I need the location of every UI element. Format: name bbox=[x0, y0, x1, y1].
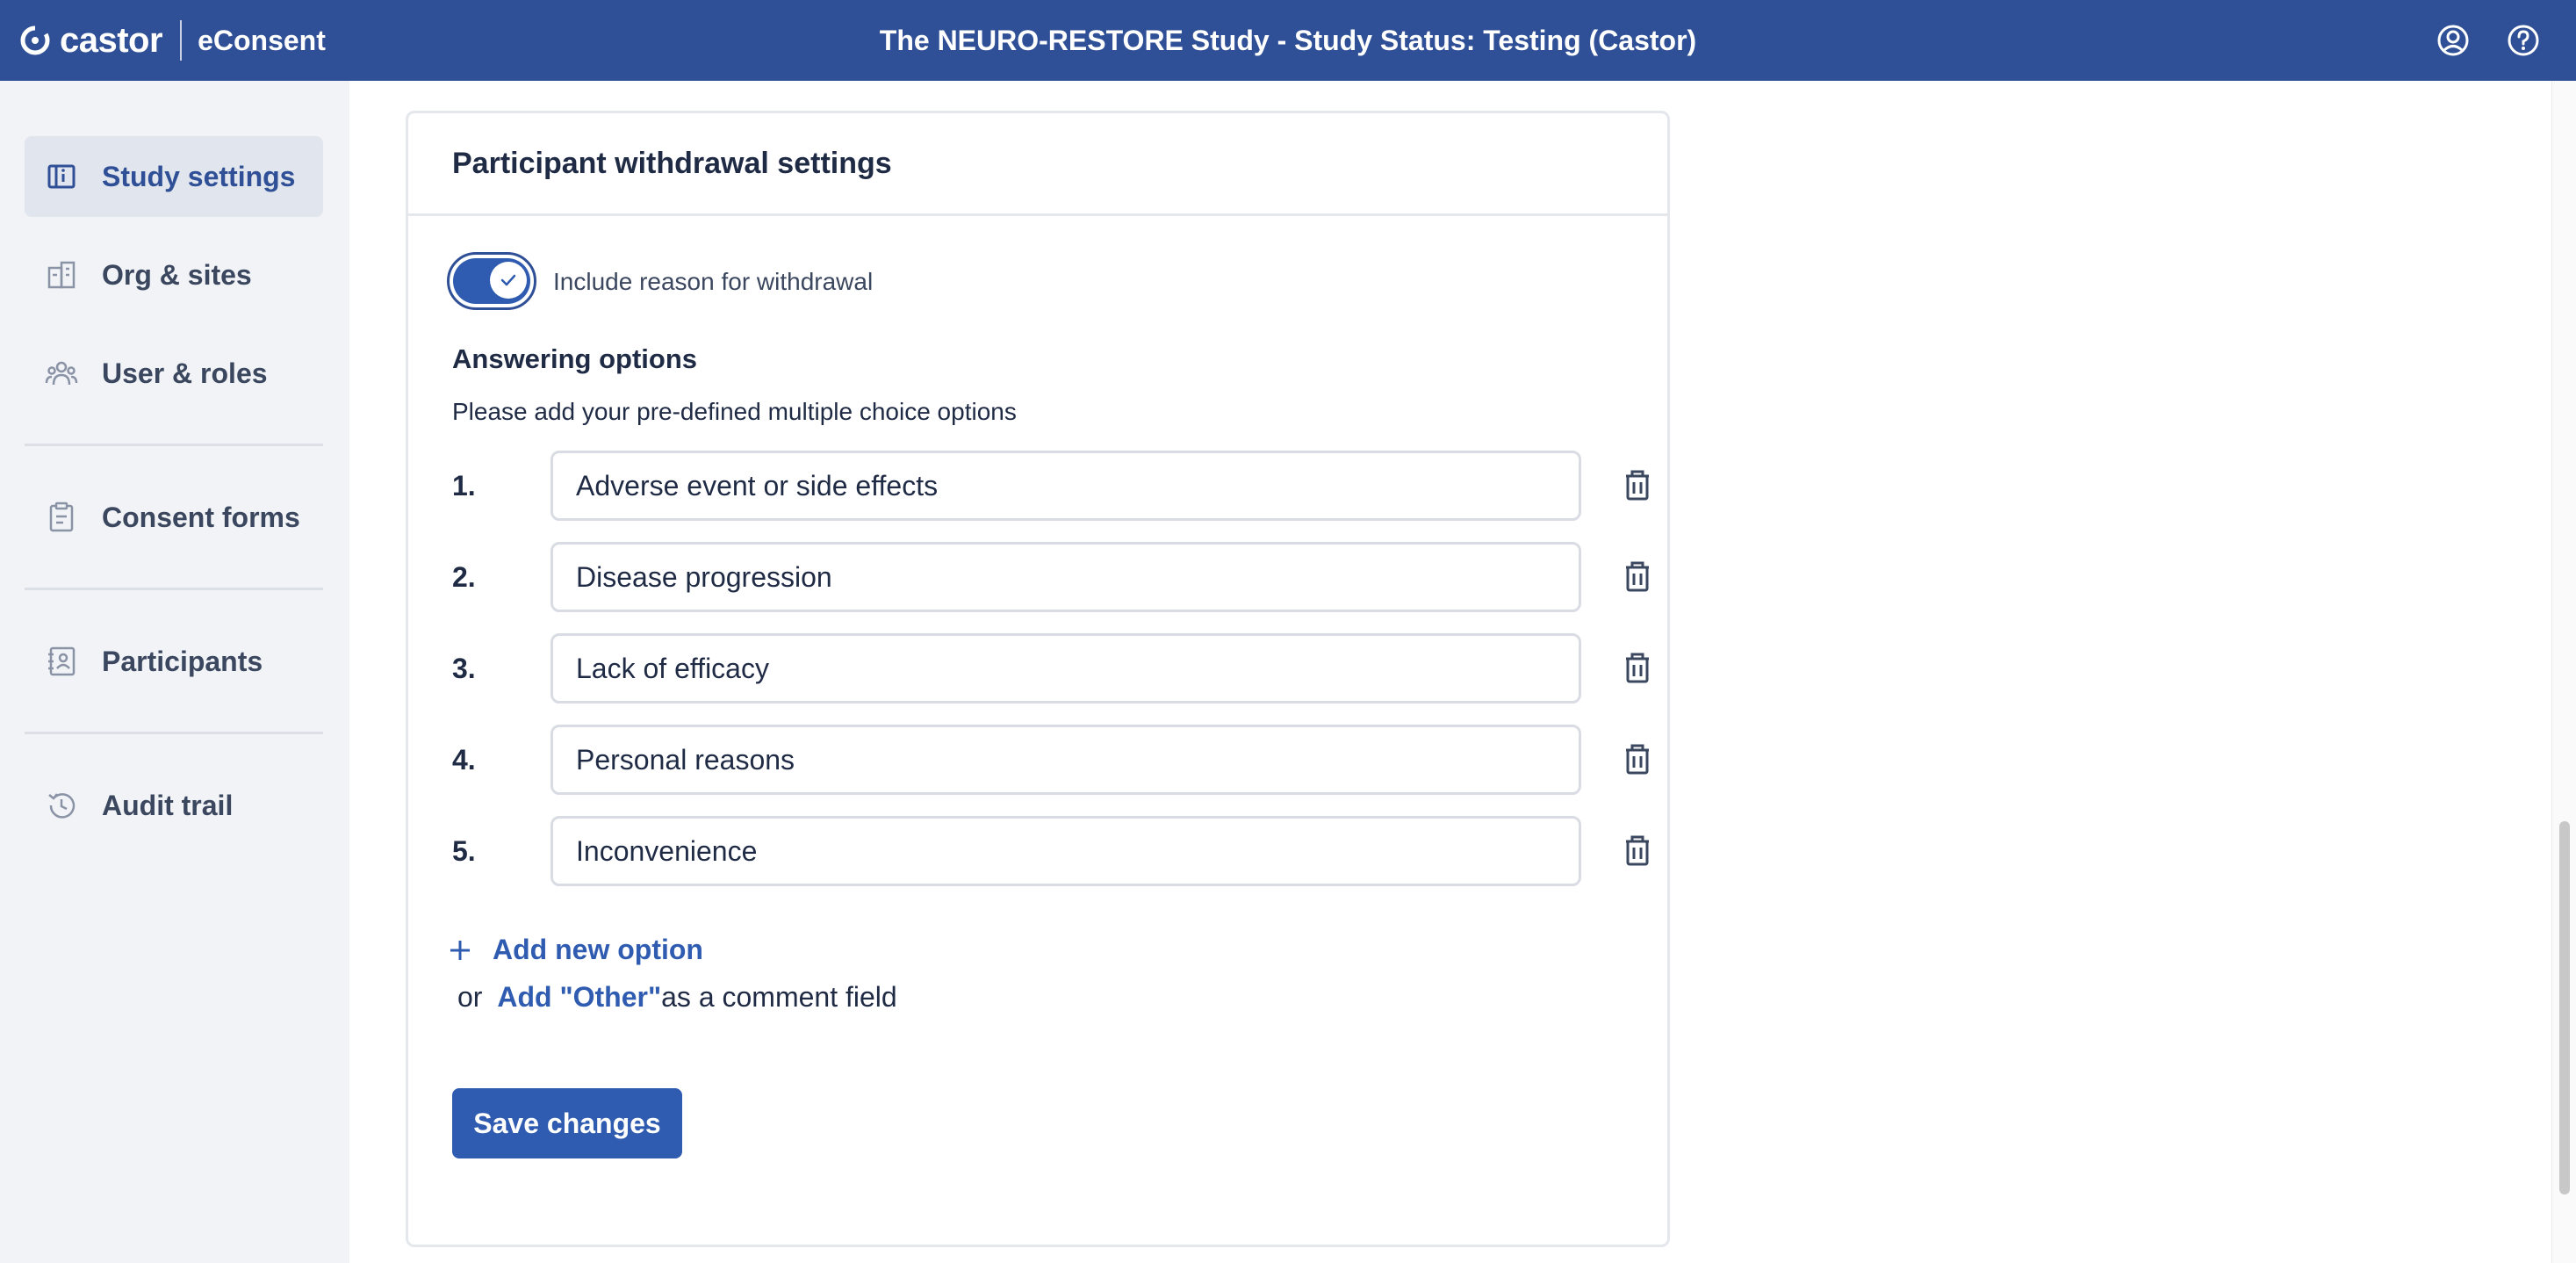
trash-icon[interactable] bbox=[1618, 466, 1657, 505]
add-other-link[interactable]: Add "Other" bbox=[497, 981, 661, 1013]
option-number: 2. bbox=[452, 561, 476, 593]
building-icon bbox=[44, 257, 79, 292]
trash-icon[interactable] bbox=[1618, 832, 1657, 870]
option-row: 2. bbox=[452, 542, 1649, 612]
option-number: 5. bbox=[452, 835, 476, 867]
contact-book-icon bbox=[44, 644, 79, 679]
sidebar-divider bbox=[25, 444, 323, 446]
add-new-option-button[interactable]: Add new option bbox=[447, 934, 703, 966]
option-row: 5. bbox=[452, 816, 1649, 886]
add-new-option-label: Add new option bbox=[493, 934, 703, 965]
option-number: 3. bbox=[452, 653, 476, 684]
option-row: 1. bbox=[452, 451, 1649, 521]
option-input[interactable] bbox=[550, 816, 1581, 886]
sidebar-item-participants[interactable]: Participants bbox=[25, 621, 323, 702]
toggle-knob bbox=[490, 262, 527, 299]
history-icon bbox=[44, 788, 79, 823]
sidebar: Study settings Org & sites User & roles … bbox=[0, 81, 349, 1263]
top-bar: castor eConsent The NEURO-RESTORE Study … bbox=[0, 0, 2576, 81]
answering-options-description: Please add your pre-defined multiple cho… bbox=[452, 398, 1017, 425]
card-title: Participant withdrawal settings bbox=[452, 147, 892, 180]
sidebar-item-audit-trail[interactable]: Audit trail bbox=[25, 765, 323, 846]
sidebar-divider bbox=[25, 588, 323, 590]
study-title: The NEURO-RESTORE Study - Study Status: … bbox=[879, 25, 1697, 56]
option-input[interactable] bbox=[550, 451, 1581, 521]
other-prefix: or bbox=[457, 981, 483, 1013]
option-row: 4. bbox=[452, 725, 1649, 795]
plus-icon bbox=[447, 937, 473, 963]
trash-icon[interactable] bbox=[1618, 740, 1657, 779]
withdrawal-settings-card: Participant withdrawal settings Include … bbox=[406, 111, 1670, 1247]
sidebar-item-label: User & roles bbox=[102, 357, 268, 389]
trash-icon[interactable] bbox=[1618, 558, 1657, 596]
study-settings-icon bbox=[44, 159, 79, 194]
scrollbar-thumb[interactable] bbox=[2559, 821, 2570, 1194]
option-input[interactable] bbox=[550, 725, 1581, 795]
help-circle-icon[interactable] bbox=[2504, 21, 2543, 60]
option-number: 1. bbox=[452, 470, 476, 502]
sidebar-item-label: Participants bbox=[102, 645, 263, 677]
user-circle-icon[interactable] bbox=[2434, 21, 2472, 60]
include-reason-toggle[interactable] bbox=[447, 252, 536, 310]
clipboard-icon bbox=[44, 500, 79, 535]
sidebar-item-label: Org & sites bbox=[102, 258, 252, 291]
option-number: 4. bbox=[452, 744, 476, 776]
users-icon bbox=[44, 356, 79, 391]
toggle-label: Include reason for withdrawal bbox=[553, 268, 874, 295]
add-other-line: or Add "Other"as a comment field bbox=[457, 981, 897, 1014]
sidebar-item-study-settings[interactable]: Study settings bbox=[25, 136, 323, 217]
option-input[interactable] bbox=[550, 542, 1581, 612]
sidebar-item-label: Consent forms bbox=[102, 501, 300, 533]
sidebar-item-label: Study settings bbox=[102, 160, 296, 192]
sidebar-divider bbox=[25, 732, 323, 734]
sidebar-item-org-sites[interactable]: Org & sites bbox=[25, 235, 323, 315]
sidebar-item-label: Audit trail bbox=[102, 789, 234, 821]
check-icon bbox=[500, 274, 516, 286]
card-header: Participant withdrawal settings bbox=[408, 113, 1667, 216]
trash-icon[interactable] bbox=[1618, 649, 1657, 688]
sidebar-item-consent-forms[interactable]: Consent forms bbox=[25, 477, 323, 558]
other-suffix: as a comment field bbox=[661, 981, 897, 1013]
answering-options-heading: Answering options bbox=[452, 343, 697, 374]
toggle-track bbox=[453, 258, 530, 304]
option-input[interactable] bbox=[550, 633, 1581, 704]
sidebar-item-user-roles[interactable]: User & roles bbox=[25, 333, 323, 414]
save-changes-button[interactable]: Save changes bbox=[452, 1088, 682, 1158]
option-row: 3. bbox=[452, 633, 1649, 704]
